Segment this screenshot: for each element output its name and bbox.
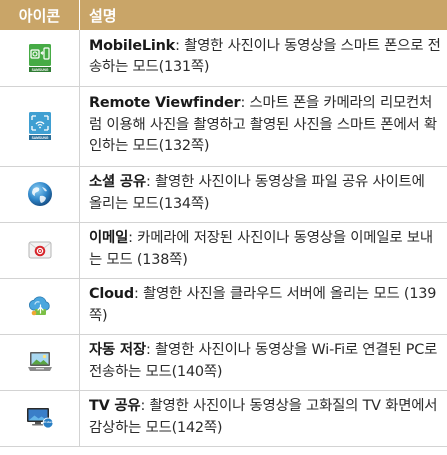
mode-name: 소셜 공유: [89, 174, 146, 190]
mode-name: Cloud: [89, 286, 134, 302]
pc-autosave-icon: [27, 352, 52, 371]
separator: :: [145, 342, 155, 358]
icon-cell: SAMSUNG: [0, 86, 80, 167]
table-row: 소셜 공유: 촬영한 사진이나 동영상을 파일 공유 사이트에 올리는 모드(1…: [0, 166, 447, 223]
icon-column-header: 아이콘: [0, 0, 80, 30]
mode-name: MobileLink: [89, 37, 176, 54]
description-cell: TV 공유: 촬영한 사진이나 동영상을 고화질의 TV 화면에서 감상하는 모…: [79, 390, 447, 447]
description-cell: Remote Viewfinder: 스마트 폰을 카메라의 리모컨처럼 이용해…: [79, 86, 447, 167]
table-row: 자동 저장: 촬영한 사진이나 동영상을 Wi-Fi로 연결된 PC로 전송하는…: [0, 334, 447, 391]
table-header-row: 아이콘 설명: [0, 0, 447, 30]
globe-icon: [27, 182, 52, 206]
remote-viewfinder-icon: SAMSUNG: [28, 112, 51, 140]
allshare-wordmark: all share: [42, 420, 53, 424]
icon-cell: [0, 278, 80, 335]
email-icon: [28, 241, 51, 259]
table-row: 이메일: 카메라에 저장된 사진이나 동영상을 이메일로 보내는 모드 (138…: [0, 222, 447, 279]
mode-table: 아이콘 설명 SAMSUNG MobileLink: 촬영한 사진이나 동영상을…: [0, 0, 447, 447]
samsung-wordmark: SAMSUNG: [31, 136, 48, 140]
separator: :: [175, 37, 185, 54]
cloud-icon: [28, 296, 50, 316]
icon-cell: [0, 222, 80, 279]
tv-share-icon: all share: [26, 408, 53, 429]
mode-name: 이메일: [89, 230, 129, 246]
description-cell: 이메일: 카메라에 저장된 사진이나 동영상을 이메일로 보내는 모드 (138…: [79, 222, 447, 279]
table-row: SAMSUNG MobileLink: 촬영한 사진이나 동영상을 스마트 폰으…: [0, 30, 447, 87]
icon-cell: [0, 166, 80, 223]
mode-description: 카메라에 저장된 사진이나 동영상을 이메일로 보내는 모드 (138쪽): [89, 230, 433, 268]
mode-name: Remote Viewfinder: [89, 95, 241, 112]
description-cell: MobileLink: 촬영한 사진이나 동영상을 스마트 폰으로 전송하는 모…: [79, 30, 447, 87]
mobilelink-icon: SAMSUNG: [28, 43, 51, 72]
icon-cell: all share: [0, 390, 80, 447]
separator: :: [128, 230, 138, 246]
description-cell: 소셜 공유: 촬영한 사진이나 동영상을 파일 공유 사이트에 올리는 모드(1…: [79, 166, 447, 223]
separator: :: [133, 286, 143, 302]
description-cell: Cloud: 촬영한 사진을 클라우드 서버에 올리는 모드 (139쪽): [79, 278, 447, 335]
table-row: Cloud: 촬영한 사진을 클라우드 서버에 올리는 모드 (139쪽): [0, 278, 447, 335]
table-row: SAMSUNG Remote Viewfinder: 스마트 폰을 카메라의 리…: [0, 86, 447, 167]
table-row: all share TV 공유: 촬영한 사진이나 동영상을 고화질의 TV 화…: [0, 390, 447, 447]
samsung-wordmark: SAMSUNG: [31, 68, 48, 72]
icon-cell: [0, 334, 80, 391]
description-column-header: 설명: [79, 0, 447, 30]
description-cell: 자동 저장: 촬영한 사진이나 동영상을 Wi-Fi로 연결된 PC로 전송하는…: [79, 334, 447, 391]
separator: :: [145, 174, 155, 190]
mode-name: 자동 저장: [89, 342, 146, 358]
mode-name: TV 공유: [89, 398, 141, 414]
icon-cell: SAMSUNG: [0, 30, 80, 87]
